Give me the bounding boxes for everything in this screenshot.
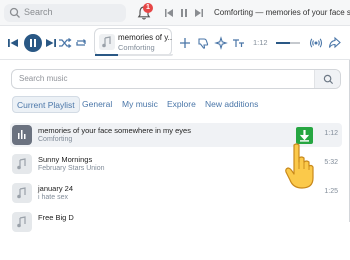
playback-progress-bar[interactable] (95, 54, 173, 56)
search-button[interactable] (314, 70, 340, 88)
track-row[interactable]: Free Big D (10, 210, 342, 234)
now-playing-card[interactable]: memories of y... Comforting (94, 28, 173, 56)
add-icon[interactable] (178, 36, 192, 50)
track-thumbnail (12, 212, 32, 232)
player-bar: memories of y... Comforting 1:12 (0, 26, 350, 60)
track-title: Sunny Mornings (38, 155, 93, 164)
lyrics-icon[interactable] (232, 36, 246, 50)
now-playing-artist: Comforting (118, 43, 155, 52)
tab-explore[interactable]: Explore (163, 96, 200, 113)
track-thumbnail (12, 183, 32, 203)
music-note-icon (102, 36, 111, 48)
track-duration: 5:32 (324, 159, 338, 166)
music-search-placeholder: Search music (19, 74, 68, 83)
tab-my-music[interactable]: My music (118, 96, 162, 113)
track-thumbnail (12, 154, 32, 174)
music-note-icon (17, 216, 26, 228)
search-icon (323, 74, 334, 85)
repeat-icon[interactable] (74, 36, 88, 50)
global-search-placeholder: Search (24, 7, 53, 17)
volume-slider[interactable] (276, 42, 300, 44)
previous-track-icon[interactable] (6, 36, 20, 50)
shuffle-icon[interactable] (58, 36, 72, 50)
broadcast-icon[interactable] (309, 36, 323, 50)
pause-icon[interactable] (178, 7, 190, 19)
global-search-input[interactable]: Search (4, 4, 126, 22)
pointing-hand-icon (285, 143, 314, 189)
track-title: january 24 (38, 184, 74, 193)
previous-track-icon[interactable] (163, 7, 175, 19)
dislike-icon[interactable] (196, 36, 210, 50)
volume-slider-fill (276, 42, 291, 44)
music-search-input[interactable]: Search music (11, 69, 341, 89)
pause-button[interactable] (24, 34, 42, 52)
pause-icon (30, 39, 36, 47)
next-track-icon[interactable] (193, 7, 205, 19)
track-title: memories of your face somewhere in my ey… (38, 126, 191, 135)
tab-current-playlist[interactable]: Current Playlist (12, 96, 80, 113)
track-title: Free Big D (38, 213, 74, 222)
track-artist[interactable]: i hate sex (38, 194, 68, 201)
tab-new-additions[interactable]: New additions (201, 96, 262, 113)
top-current-track[interactable]: Comforting — memories of your face somew… (214, 8, 350, 17)
track-duration: 1:12 (324, 130, 338, 137)
next-track-icon[interactable] (44, 36, 58, 50)
playback-time: 1:12 (253, 38, 268, 47)
music-note-icon (17, 187, 26, 199)
track-artist[interactable]: February Stars Union (38, 165, 105, 172)
equalizer-icon (18, 130, 26, 139)
share-icon[interactable] (328, 36, 342, 50)
track-duration: 1:25 (324, 188, 338, 195)
notification-badge: 1 (143, 3, 153, 13)
track-artist[interactable]: Comforting (38, 136, 72, 143)
track-thumbnail (12, 125, 32, 145)
now-playing-thumbnail (99, 34, 115, 50)
playback-progress-fill (95, 54, 119, 56)
search-icon (9, 7, 20, 18)
sparkle-icon[interactable] (214, 36, 228, 50)
tab-general[interactable]: General (78, 96, 116, 113)
top-bar: Search 1 Comforting — memories of your f… (0, 0, 350, 26)
music-note-icon (17, 158, 26, 170)
now-playing-title: memories of y... (118, 33, 172, 42)
